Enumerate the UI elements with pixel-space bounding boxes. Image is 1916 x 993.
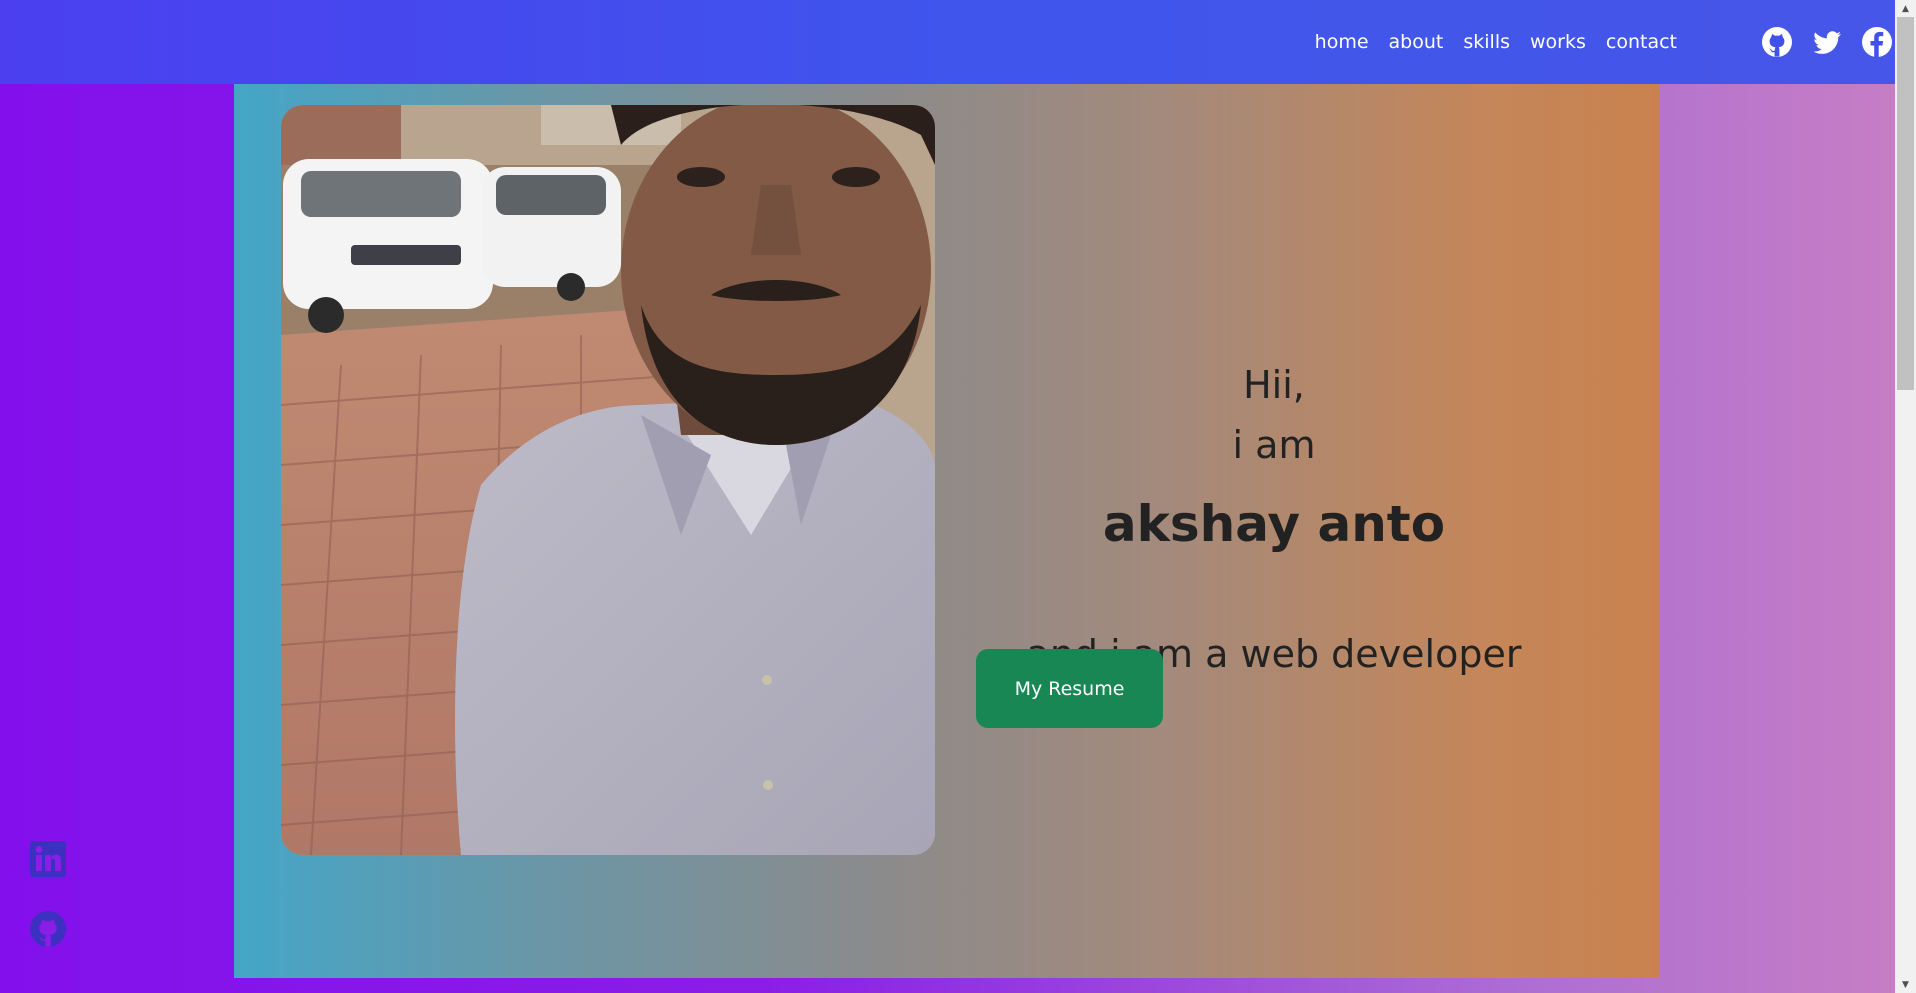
nav-link-skills[interactable]: skills [1463, 30, 1510, 54]
scroll-thumb[interactable] [1897, 17, 1914, 390]
github-icon[interactable] [29, 910, 67, 948]
nav-link-home[interactable]: home [1315, 30, 1369, 54]
navbar: home about skills works contact [0, 0, 1895, 84]
car-2 [481, 167, 621, 301]
scroll-up-arrow-icon[interactable]: ▲ [1895, 0, 1916, 17]
page-scrollbar[interactable]: ▲ ▼ [1895, 0, 1916, 993]
nav-link-works[interactable]: works [1530, 30, 1586, 54]
resume-button[interactable]: My Resume [976, 649, 1163, 728]
scroll-down-arrow-icon[interactable]: ▼ [1895, 976, 1916, 993]
greeting-text: Hii, [1243, 363, 1305, 407]
car-1 [283, 159, 493, 333]
profile-photo [281, 105, 935, 855]
facebook-icon[interactable] [1861, 26, 1893, 58]
nav-link-contact[interactable]: contact [1606, 30, 1677, 54]
nav-links: home about skills works contact [1315, 30, 1677, 54]
portrait-photo-illustration [281, 105, 935, 855]
nav-social-icons [1761, 26, 1893, 58]
github-icon[interactable] [1761, 26, 1793, 58]
intro-text: i am [1232, 423, 1316, 467]
hero-section: Hii, i am akshay anto and i am a web dev… [234, 84, 1659, 978]
twitter-icon[interactable] [1811, 26, 1843, 58]
linkedin-icon[interactable] [29, 840, 67, 878]
nav-link-about[interactable]: about [1389, 30, 1444, 54]
name-heading: akshay anto [1102, 495, 1446, 553]
